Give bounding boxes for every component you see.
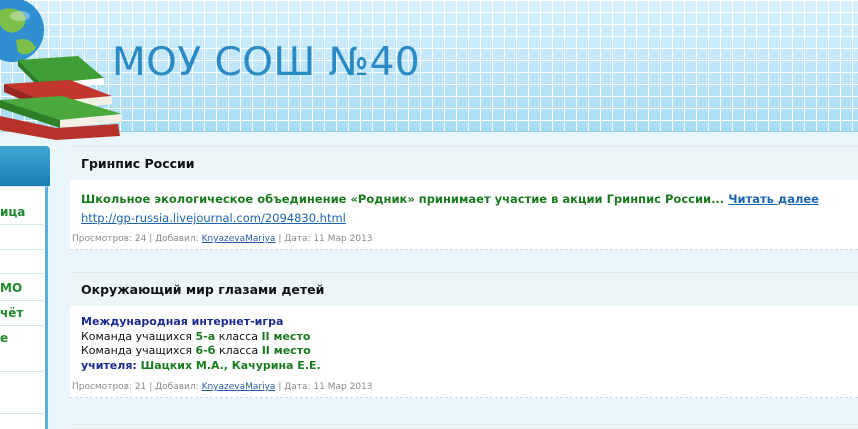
entry-line: Международная интернет-игра <box>81 315 284 328</box>
entry-text-content: Школьное экологическое объединение «Родн… <box>81 192 729 206</box>
sidebar-divider <box>0 249 44 250</box>
entry-line: Команда учащихся 5-а класса II место <box>81 330 847 345</box>
sidebar-item-5[interactable]: е <box>0 327 44 351</box>
sidebar-item-label: ица <box>0 205 26 219</box>
sidebar-menu: ица МО чёт е <box>0 186 48 429</box>
entry-body: Международная интернет-игра Команда учащ… <box>70 306 858 378</box>
globe-books-logo <box>0 0 130 140</box>
sidebar-item-label: МО <box>0 281 23 295</box>
entry-title[interactable]: Окружающий мир глазами детей <box>70 272 858 306</box>
added-by-label: Добавил: <box>155 234 199 244</box>
sidebar-item-1[interactable]: ица <box>0 201 44 225</box>
meta-separator: | <box>149 234 153 244</box>
sidebar-divider <box>0 273 44 274</box>
sidebar-item-4[interactable]: чёт <box>0 302 44 326</box>
entry-body: Школьное экологическое объединение «Родн… <box>70 180 858 230</box>
site-title: МОУ СОШ №40 <box>112 40 421 85</box>
next-entry-title <box>70 424 858 429</box>
meta-separator: | <box>149 382 153 392</box>
sidebar-item-label: е <box>0 331 9 345</box>
sidebar-header <box>0 146 50 186</box>
entry-line: учителя: Шацких М.А., Качурина Е.Е. <box>81 359 847 374</box>
class-name: 6-б <box>195 344 216 357</box>
class-name: 5-а <box>195 329 216 343</box>
place-text: II место <box>261 329 311 343</box>
author-link[interactable]: KnyazevaMariya <box>202 234 276 244</box>
author-link[interactable]: KnyazevaMariya <box>202 382 276 392</box>
sidebar: ица МО чёт е <box>0 132 56 429</box>
place-text: II место <box>261 344 311 357</box>
teachers-names: Шацких М.А., Качурина Е.Е. <box>140 358 321 372</box>
entry-title[interactable]: Гринпис России <box>70 146 858 180</box>
sidebar-divider <box>0 371 44 372</box>
line-text: класса <box>215 329 262 343</box>
teachers-label: учителя: <box>81 358 137 372</box>
entry-date: Дата: 11 Мар 2013 <box>284 382 373 392</box>
sidebar-item-3[interactable]: МО <box>0 277 44 301</box>
news-list: Гринпис России Школьное экологическое об… <box>70 146 858 429</box>
line-text: класса <box>215 344 262 357</box>
entry-line: Команда учащихся 6-б класса II место <box>81 344 847 359</box>
news-entry: Гринпис России Школьное экологическое об… <box>70 146 858 250</box>
entry-text: Школьное экологическое объединение «Родн… <box>81 191 847 207</box>
news-entry: Окружающий мир глазами детей Международн… <box>70 272 858 398</box>
line-text: Команда учащихся <box>81 344 196 357</box>
meta-separator: | <box>278 234 282 244</box>
added-by-label: Добавил: <box>155 382 199 392</box>
read-more-link[interactable]: Читать далее <box>728 192 819 206</box>
site-header: МОУ СОШ №40 <box>0 0 858 140</box>
external-link[interactable]: http://gp-russia.livejournal.com/2094830… <box>81 210 346 226</box>
views-count: Просмотров: 24 <box>72 234 147 244</box>
entry-date: Дата: 11 Мар 2013 <box>284 234 373 244</box>
sidebar-item-label: чёт <box>0 306 24 320</box>
line-text: Команда учащихся <box>81 329 196 343</box>
sidebar-divider <box>0 413 44 414</box>
views-count: Просмотров: 21 <box>72 382 147 392</box>
entry-meta: Просмотров: 21 | Добавил: KnyazevaMariya… <box>70 378 858 398</box>
meta-separator: | <box>278 382 282 392</box>
entry-meta: Просмотров: 24 | Добавил: KnyazevaMariya… <box>70 230 858 250</box>
